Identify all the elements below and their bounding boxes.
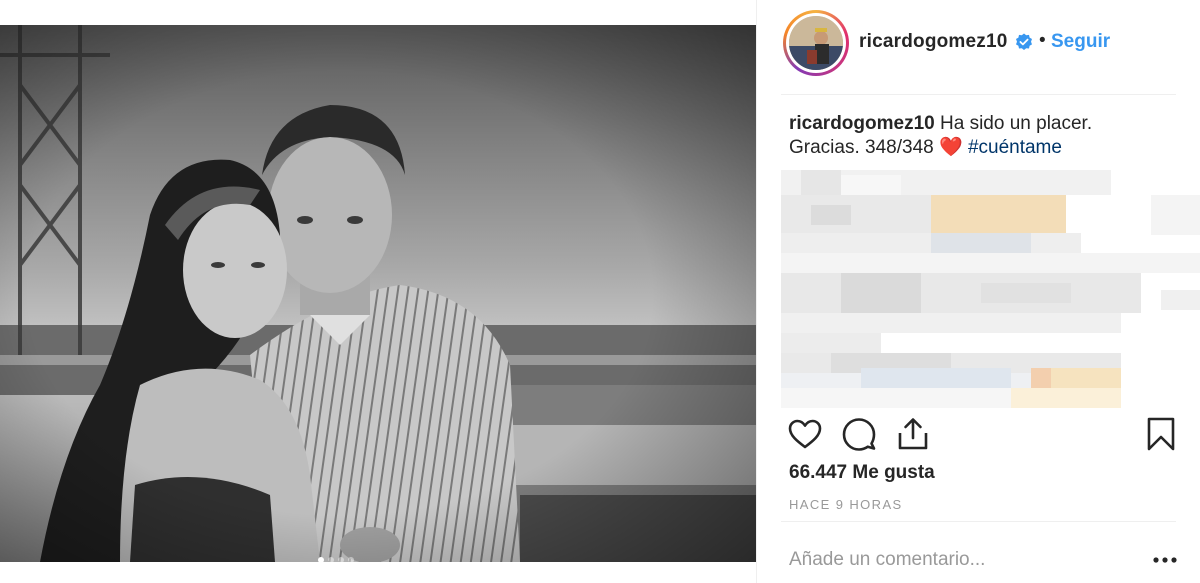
avatar[interactable]: [789, 16, 843, 70]
bookmark-icon[interactable]: [1143, 416, 1179, 452]
caption-text-line1: Ha sido un placer.: [940, 113, 1093, 134]
post-side-panel: ricardogomez10 • Seguir ricardogomez10 H…: [757, 0, 1200, 583]
comment-divider: [781, 521, 1176, 522]
post-photo[interactable]: [0, 25, 756, 562]
follow-button[interactable]: Seguir: [1051, 31, 1110, 53]
avatar-story-ring[interactable]: [783, 10, 849, 76]
caption-username[interactable]: ricardogomez10: [789, 113, 935, 134]
carousel-dot: [348, 557, 354, 562]
avatar-picture: [789, 16, 843, 70]
heart-emoji-icon: ❤️: [938, 137, 963, 158]
post-caption: ricardogomez10 Ha sido un placer. Gracia…: [789, 112, 1169, 160]
caption-hashtag[interactable]: #cuéntame: [968, 137, 1062, 158]
share-icon[interactable]: [895, 416, 931, 452]
caption-text-line2: Gracias. 348/348: [789, 137, 934, 158]
carousel-dot: [328, 557, 334, 562]
post-media-area: [0, 0, 758, 583]
header-separator: •: [1039, 30, 1046, 51]
heart-icon[interactable]: [787, 416, 823, 452]
post-header: ricardogomez10 • Seguir: [757, 0, 1200, 94]
photo-illustration: [0, 25, 756, 562]
carousel-indicator: [318, 557, 354, 562]
more-options-icon[interactable]: [1151, 548, 1179, 572]
post-actions: [757, 412, 1200, 456]
avatar-border: [786, 13, 846, 73]
author-username[interactable]: ricardogomez10: [859, 31, 1008, 53]
comment-input[interactable]: [789, 546, 1119, 574]
post-timestamp[interactable]: HACE 9 HORAS: [789, 497, 903, 512]
carousel-dot-active: [318, 557, 324, 562]
verified-badge-icon: [1015, 33, 1033, 51]
header-divider: [781, 94, 1176, 95]
likes-count[interactable]: 66.447 Me gusta: [789, 462, 935, 484]
carousel-dot: [338, 557, 344, 562]
pixelated-comments: [781, 170, 1200, 408]
pixelated-block: [781, 170, 1200, 408]
comment-icon[interactable]: [841, 416, 877, 452]
